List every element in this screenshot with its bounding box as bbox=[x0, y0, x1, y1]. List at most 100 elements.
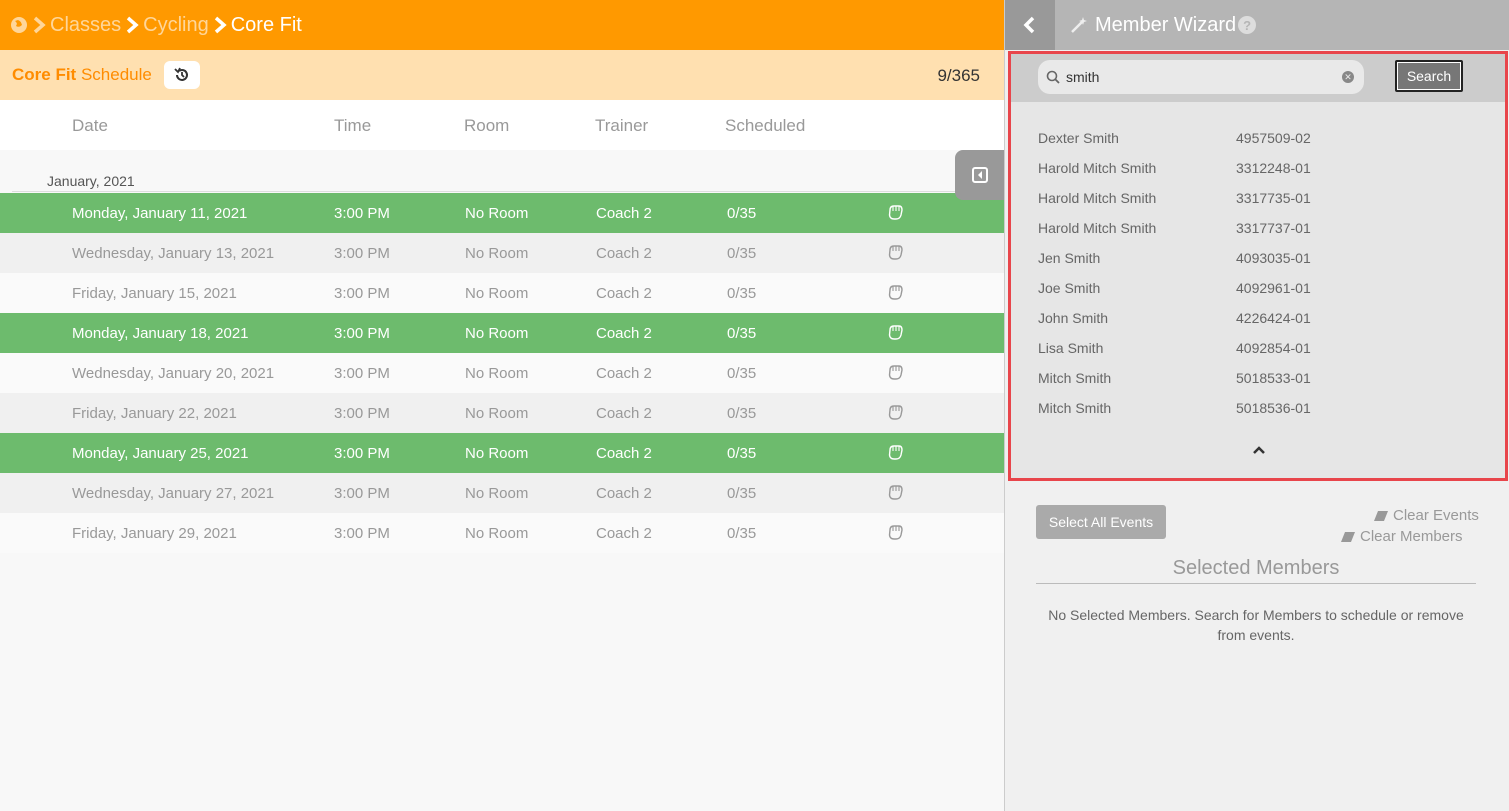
member-id: 4092961-01 bbox=[1236, 280, 1311, 296]
glove-icon[interactable] bbox=[886, 444, 904, 462]
breadcrumb-classes[interactable]: Classes bbox=[50, 14, 121, 37]
glove-icon[interactable] bbox=[886, 204, 904, 222]
member-id: 4226424-01 bbox=[1236, 310, 1311, 326]
column-header-room[interactable]: Room bbox=[464, 116, 509, 136]
event-trainer: Coach 2 bbox=[596, 325, 652, 342]
column-header-trainer[interactable]: Trainer bbox=[595, 116, 648, 136]
breadcrumb-cycling[interactable]: Cycling bbox=[143, 14, 209, 37]
event-time: 3:00 PM bbox=[334, 205, 390, 222]
breadcrumb-core-fit: Core Fit bbox=[230, 13, 302, 36]
event-date: Wednesday, January 27, 2021 bbox=[72, 485, 275, 502]
empty-selection-message: No Selected Members. Search for Members … bbox=[1048, 607, 1464, 643]
table-row[interactable]: Friday, January 22, 2021 3:00 PM No Room Co… bbox=[0, 393, 1004, 433]
table-row[interactable]: Wednesday, January 20, 2021 3:00 PM No Roo… bbox=[0, 353, 1004, 393]
event-date: Monday, January 25, 2021 bbox=[72, 445, 249, 462]
event-scheduled: 0/35 bbox=[727, 245, 757, 262]
glove-icon[interactable] bbox=[886, 324, 904, 342]
event-room: No Room bbox=[465, 405, 529, 422]
event-time: 3:00 PM bbox=[334, 525, 390, 542]
event-time: 3:00 PM bbox=[334, 325, 390, 342]
select-all-events-button[interactable]: Select All Events bbox=[1036, 505, 1166, 539]
event-room: No Room bbox=[465, 485, 529, 502]
member-id: 5018533-01 bbox=[1236, 370, 1311, 386]
event-room: No Room bbox=[465, 325, 529, 342]
event-date: Friday, January 22, 2021 bbox=[72, 405, 237, 422]
list-item[interactable]: Joe Smith 4092961-01 bbox=[1038, 274, 1478, 304]
glove-icon[interactable] bbox=[886, 484, 904, 502]
panel-toggle-icon bbox=[972, 167, 988, 183]
chevron-right-icon bbox=[123, 15, 141, 35]
event-trainer: Coach 2 bbox=[596, 445, 652, 462]
table-row[interactable]: Wednesday, January 13, 2021 3:00 PM No Roo… bbox=[0, 233, 1004, 273]
glove-icon[interactable] bbox=[886, 244, 904, 262]
glove-icon[interactable] bbox=[886, 364, 904, 382]
table-row[interactable]: Friday, January 15, 2021 3:00 PM No Room Co… bbox=[0, 273, 1004, 313]
selected-members-title: Selected Members bbox=[1172, 557, 1340, 579]
search-bar: ✕ Search bbox=[1011, 54, 1505, 102]
table-header: Date Time Room Trainer Scheduled bbox=[0, 100, 1004, 150]
list-item[interactable]: Harold Mitch Smith 3312248-01 bbox=[1038, 154, 1478, 184]
table-row[interactable]: Monday, January 18, 2021 3:00 PM No Room Co… bbox=[0, 313, 1004, 353]
member-id: 4957509-02 bbox=[1236, 130, 1311, 146]
event-list: Monday, January 11, 2021 3:00 PM No Room Co… bbox=[0, 193, 1004, 553]
list-item[interactable]: Harold Mitch Smith 3317737-01 bbox=[1038, 214, 1478, 244]
schedule-title-suffix: Schedule bbox=[80, 65, 152, 84]
chevron-left-icon bbox=[1023, 16, 1035, 34]
member-name: Harold Mitch Smith bbox=[1038, 160, 1157, 176]
member-wizard-panel: Member Wizard ? ✕ Search Dexter Smith 495… bbox=[1004, 0, 1509, 811]
table-row[interactable]: Monday, January 11, 2021 3:00 PM No Room Co… bbox=[0, 193, 1004, 233]
event-trainer: Coach 2 bbox=[596, 285, 652, 302]
glove-icon[interactable] bbox=[886, 284, 904, 302]
member-search-section: ✕ Search Dexter Smith 4957509-02 Harold Mi… bbox=[1008, 51, 1508, 481]
glove-icon[interactable] bbox=[886, 524, 904, 542]
clear-events-link[interactable]: Clear Events bbox=[1373, 507, 1479, 524]
schedule-header: Core Fit Schedule 9/365 bbox=[0, 50, 1004, 100]
table-row[interactable]: Monday, January 25, 2021 3:00 PM No Room Co… bbox=[0, 433, 1004, 473]
clear-members-label: Clear Members bbox=[1360, 528, 1463, 545]
help-icon[interactable]: ? bbox=[1238, 16, 1257, 34]
history-button[interactable] bbox=[163, 61, 200, 89]
clear-search-icon[interactable]: ✕ bbox=[1342, 71, 1354, 83]
column-header-time[interactable]: Time bbox=[334, 116, 371, 136]
list-item[interactable]: Mitch Smith 5018533-01 bbox=[1038, 364, 1478, 394]
wizard-title: Member Wizard bbox=[1095, 13, 1237, 36]
member-name: Lisa Smith bbox=[1038, 340, 1104, 356]
table-row[interactable]: Friday, January 29, 2021 3:00 PM No Room Co… bbox=[0, 513, 1004, 553]
member-name: Jen Smith bbox=[1038, 250, 1101, 266]
event-room: No Room bbox=[465, 445, 529, 462]
event-date: Friday, January 15, 2021 bbox=[72, 285, 237, 302]
event-trainer: Coach 2 bbox=[596, 485, 652, 502]
event-scheduled: 0/35 bbox=[727, 445, 757, 462]
member-name: Harold Mitch Smith bbox=[1038, 220, 1157, 236]
chevron-up-icon[interactable] bbox=[1251, 442, 1267, 458]
search-button[interactable]: Search bbox=[1395, 60, 1463, 92]
event-scheduled: 0/35 bbox=[727, 325, 757, 342]
chevron-right-icon bbox=[211, 15, 229, 35]
collapse-panel-button[interactable] bbox=[955, 150, 1005, 200]
clear-members-link[interactable]: Clear Members bbox=[1340, 528, 1463, 545]
event-trainer: Coach 2 bbox=[596, 365, 652, 382]
list-item[interactable]: Lisa Smith 4092854-01 bbox=[1038, 334, 1478, 364]
globe-icon[interactable] bbox=[10, 16, 28, 34]
back-button[interactable] bbox=[1005, 0, 1055, 50]
list-item[interactable]: Dexter Smith 4957509-02 bbox=[1038, 124, 1478, 154]
column-header-scheduled[interactable]: Scheduled bbox=[725, 116, 805, 136]
column-header-date[interactable]: Date bbox=[72, 116, 108, 136]
list-item[interactable]: John Smith 4226424-01 bbox=[1038, 304, 1478, 334]
event-date: Wednesday, January 13, 2021 bbox=[72, 245, 275, 262]
table-row[interactable]: Wednesday, January 27, 2021 3:00 PM No Roo… bbox=[0, 473, 1004, 513]
search-input[interactable] bbox=[1066, 69, 1336, 85]
event-trainer: Coach 2 bbox=[596, 525, 652, 542]
event-scheduled: 0/35 bbox=[727, 485, 757, 502]
event-date: Friday, January 29, 2021 bbox=[72, 525, 237, 542]
event-trainer: Coach 2 bbox=[596, 405, 652, 422]
schedule-panel: Classes Cycling Core Fit Core Fit Schedu… bbox=[0, 0, 1005, 811]
glove-icon[interactable] bbox=[886, 404, 904, 422]
member-id: 5018536-01 bbox=[1236, 400, 1311, 416]
divider bbox=[12, 191, 1004, 192]
list-item[interactable]: Jen Smith 4093035-01 bbox=[1038, 244, 1478, 274]
member-id: 3312248-01 bbox=[1236, 160, 1311, 176]
member-name: Mitch Smith bbox=[1038, 400, 1112, 416]
list-item[interactable]: Harold Mitch Smith 3317735-01 bbox=[1038, 184, 1478, 214]
list-item[interactable]: Mitch Smith 5018536-01 bbox=[1038, 394, 1478, 424]
